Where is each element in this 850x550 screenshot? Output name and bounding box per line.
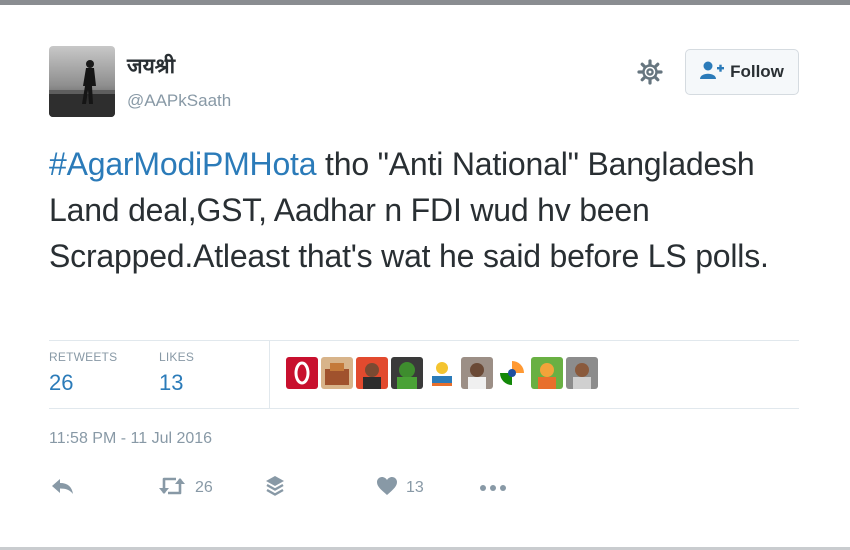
liker-avatar[interactable] — [531, 357, 563, 389]
avatar[interactable] — [49, 46, 115, 117]
like-button[interactable]: 13 — [376, 475, 424, 501]
follow-button-label: Follow — [730, 62, 784, 81]
retweets-count: 26 — [49, 370, 74, 395]
liker-avatar[interactable] — [391, 357, 423, 389]
stats-bottom-divider — [49, 408, 799, 409]
retweet-count: 26 — [195, 479, 213, 496]
stack-icon — [264, 474, 286, 503]
liker-avatar[interactable] — [321, 357, 353, 389]
retweets-stat[interactable]: RETWEETS 26 — [49, 350, 117, 396]
more-button[interactable] — [479, 475, 507, 501]
retweet-button[interactable]: 26 — [157, 475, 213, 501]
hashtag-link[interactable]: #AgarModiPMHota — [49, 146, 317, 182]
tweet-text: #AgarModiPMHota tho "Anti National" Bang… — [49, 141, 809, 279]
liker-avatar[interactable] — [356, 357, 388, 389]
display-name[interactable]: जयश्री — [127, 52, 175, 80]
window-top-border — [0, 0, 850, 5]
reply-icon — [49, 475, 75, 502]
liker-avatar[interactable] — [286, 357, 318, 389]
stats-top-divider — [49, 340, 799, 341]
liker-avatar[interactable] — [426, 357, 458, 389]
liker-avatar[interactable] — [566, 357, 598, 389]
likes-stat[interactable]: LIKES 13 — [159, 350, 194, 396]
liker-avatar[interactable] — [461, 357, 493, 389]
liker-avatar[interactable] — [496, 357, 528, 389]
stack-button[interactable] — [264, 475, 286, 501]
retweets-label: RETWEETS — [49, 350, 118, 364]
reply-button[interactable] — [49, 475, 75, 501]
liker-avatars — [286, 357, 598, 389]
heart-icon — [376, 476, 398, 501]
user-handle[interactable]: @AAPkSaath — [127, 91, 231, 111]
likes-count: 13 — [159, 370, 184, 395]
tweet-timestamp[interactable]: 11:58 PM - 11 Jul 2016 — [49, 430, 212, 448]
more-icon — [479, 479, 507, 497]
follow-person-icon — [700, 60, 725, 85]
like-count: 13 — [406, 479, 424, 496]
stats-vertical-divider — [269, 341, 270, 408]
follow-button[interactable]: Follow — [685, 49, 799, 95]
likes-label: LIKES — [159, 350, 195, 364]
gear-icon[interactable] — [636, 58, 664, 86]
retweet-icon — [157, 475, 187, 502]
